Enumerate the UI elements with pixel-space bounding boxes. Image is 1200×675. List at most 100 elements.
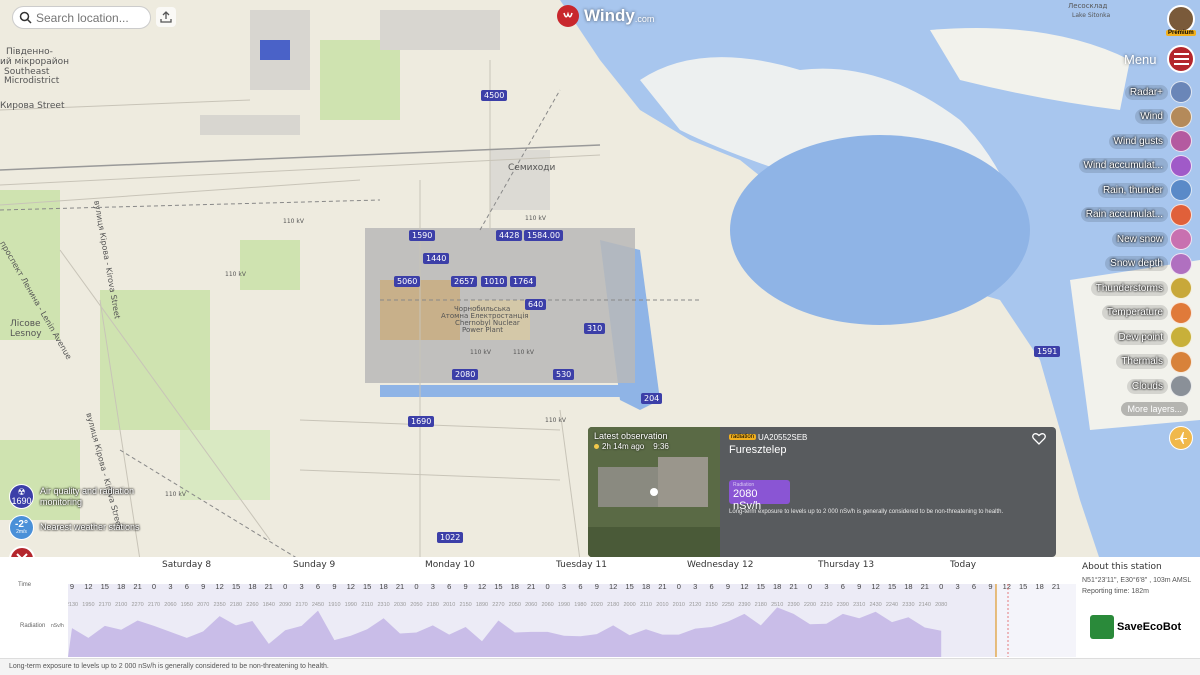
- layer-item[interactable]: Wind accumulat...: [1078, 154, 1192, 179]
- layer-item[interactable]: Radar+: [1124, 80, 1192, 105]
- value-tick-label: 2510: [771, 602, 783, 608]
- value-tick-label: 2350: [213, 602, 225, 608]
- layer-item[interactable]: Rain accumulat...: [1080, 203, 1192, 228]
- value-tick-label: 2140: [919, 602, 931, 608]
- timeline-day[interactable]: Thursday 13: [818, 560, 874, 570]
- hour-tick-label: 18: [1035, 584, 1043, 591]
- partner-logo[interactable]: SaveEcoBot: [1090, 615, 1181, 639]
- weather-station-icon: -2° 2m/s: [9, 515, 34, 540]
- saveecobot-icon: [1090, 615, 1114, 639]
- hour-tick-label: 9: [464, 584, 468, 591]
- value-tick-label: 2130: [68, 602, 78, 608]
- weather-stations-label: Nearest weather stations: [40, 522, 140, 533]
- favorite-button[interactable]: [1032, 432, 1046, 448]
- value-tick-label: 2050: [509, 602, 521, 608]
- radiation-monitor-toggle[interactable]: ☢ 1690 Air quality and radiation monitor…: [9, 484, 140, 509]
- radiation-unit: nSv/h: [51, 623, 64, 629]
- station-type-badge: radiation: [729, 434, 757, 440]
- hour-tick-label: 3: [431, 584, 435, 591]
- layer-thumbnail-icon: [1170, 154, 1192, 177]
- layer-item[interactable]: Thermals: [1116, 350, 1192, 375]
- hour-tick-label: 15: [232, 584, 240, 591]
- radiation-marker[interactable]: 2080: [452, 369, 479, 380]
- radiation-marker[interactable]: 1690: [408, 416, 435, 427]
- value-tick-label: 2240: [886, 602, 898, 608]
- layer-item[interactable]: Wind gusts: [1108, 129, 1192, 154]
- radiation-marker[interactable]: 530: [553, 369, 575, 380]
- radiation-marker[interactable]: 310: [584, 323, 606, 334]
- radiation-marker[interactable]: 4500: [481, 90, 508, 101]
- layer-label: Radar+: [1124, 84, 1168, 100]
- power-line-label: 110 kV: [545, 417, 566, 424]
- timeline-day[interactable]: Tuesday 11: [556, 560, 607, 570]
- hour-tick-label: 6: [316, 584, 320, 591]
- value-tick-label: 2070: [197, 602, 209, 608]
- timeline-day[interactable]: Today: [950, 560, 976, 570]
- place-label: Семиходи: [508, 163, 556, 173]
- airport-button[interactable]: [1169, 426, 1193, 450]
- value-tick-label: 1890: [476, 602, 488, 608]
- search-input[interactable]: [36, 10, 146, 25]
- radiation-marker[interactable]: 1590: [409, 230, 436, 241]
- hour-tick-label: 12: [740, 584, 748, 591]
- menu-label[interactable]: Menu: [1124, 52, 1157, 67]
- radiation-marker[interactable]: 640: [525, 299, 547, 310]
- hour-tick-label: 18: [511, 584, 519, 591]
- station-popup[interactable]: Latest observation 2h 14m ago 9:36 radia…: [588, 427, 1056, 557]
- search-bar[interactable]: [12, 6, 151, 29]
- radiation-marker[interactable]: 1764: [510, 276, 537, 287]
- hour-tick-label: 18: [642, 584, 650, 591]
- value-tick-label: 2060: [164, 602, 176, 608]
- partner-name: SaveEcoBot: [1117, 621, 1182, 633]
- layer-item[interactable]: Clouds: [1126, 374, 1192, 399]
- radiation-marker[interactable]: 1440: [423, 253, 450, 264]
- layer-item[interactable]: New snow: [1111, 227, 1192, 252]
- hour-tick-label: 3: [168, 584, 172, 591]
- layer-label: Thermals: [1116, 354, 1168, 370]
- observation-time: 2h 14m ago 9:36: [594, 442, 669, 451]
- timeline-day[interactable]: Monday 10: [425, 560, 475, 570]
- radiation-marker[interactable]: 5060: [394, 276, 421, 287]
- radiation-chart[interactable]: 9 12 15 18 21 0 3 6 9 12 15 18 21 0 3 6 9 12 15 18 21 0 3 6 9 12 1…: [68, 584, 1076, 657]
- radiation-marker[interactable]: 1022: [437, 532, 464, 543]
- layer-item[interactable]: Temperature: [1101, 301, 1192, 326]
- value-tick-label: 2180: [427, 602, 439, 608]
- radiation-marker[interactable]: 204: [641, 393, 663, 404]
- value-tick-label: 2270: [492, 602, 504, 608]
- value-tick-label: 2200: [804, 602, 816, 608]
- radiation-marker[interactable]: 4428: [496, 230, 523, 241]
- value-tick-label: 2450: [312, 602, 324, 608]
- layer-item[interactable]: Dew point: [1113, 325, 1192, 350]
- radiation-reading: Radiation 2080 nSv/h: [729, 480, 790, 512]
- timeline-day[interactable]: Saturday 8: [162, 560, 211, 570]
- hour-tick-label: 3: [693, 584, 697, 591]
- hour-tick-label: 21: [265, 584, 273, 591]
- timeline-panel[interactable]: Saturday 8 Sunday 9 Monday 10 Tuesday 11 Wed…: [0, 557, 1200, 658]
- radiation-note: Long-term exposure to levels up to 2 000…: [729, 509, 1004, 515]
- radiation-marker[interactable]: 1591: [1034, 346, 1061, 357]
- search-icon: [19, 11, 32, 24]
- more-layers-button[interactable]: More layers...: [1121, 401, 1188, 416]
- timeline-day[interactable]: Sunday 9: [293, 560, 335, 570]
- layer-item[interactable]: Snow depth: [1105, 252, 1192, 277]
- layer-item[interactable]: Rain, thunder: [1097, 178, 1192, 203]
- upload-button[interactable]: [156, 7, 176, 27]
- timeline-day[interactable]: Wednesday 12: [687, 560, 753, 570]
- weather-stations-toggle[interactable]: -2° 2m/s Nearest weather stations: [9, 515, 140, 540]
- station-id: UA20552SEB: [758, 433, 808, 442]
- radiation-marker[interactable]: 2657: [451, 276, 478, 287]
- radiation-marker[interactable]: 1584.00: [524, 230, 564, 241]
- windy-logo[interactable]: Windy .com: [557, 5, 654, 27]
- power-line-label: 110 kV: [513, 349, 534, 356]
- layer-thumbnail-icon: [1170, 105, 1192, 128]
- layer-item[interactable]: Wind: [1135, 105, 1192, 130]
- layer-label: Snow depth: [1105, 256, 1168, 272]
- layer-item[interactable]: Thunderstorms: [1090, 276, 1192, 301]
- value-tick-label: 2170: [295, 602, 307, 608]
- menu-button[interactable]: [1167, 45, 1195, 73]
- weather-sub: 2m/s: [16, 529, 27, 535]
- power-line-label: 110 kV: [283, 218, 304, 225]
- radiation-marker[interactable]: 1010: [481, 276, 508, 287]
- layer-thumbnail-icon: [1170, 228, 1192, 251]
- user-avatar[interactable]: [1167, 5, 1195, 33]
